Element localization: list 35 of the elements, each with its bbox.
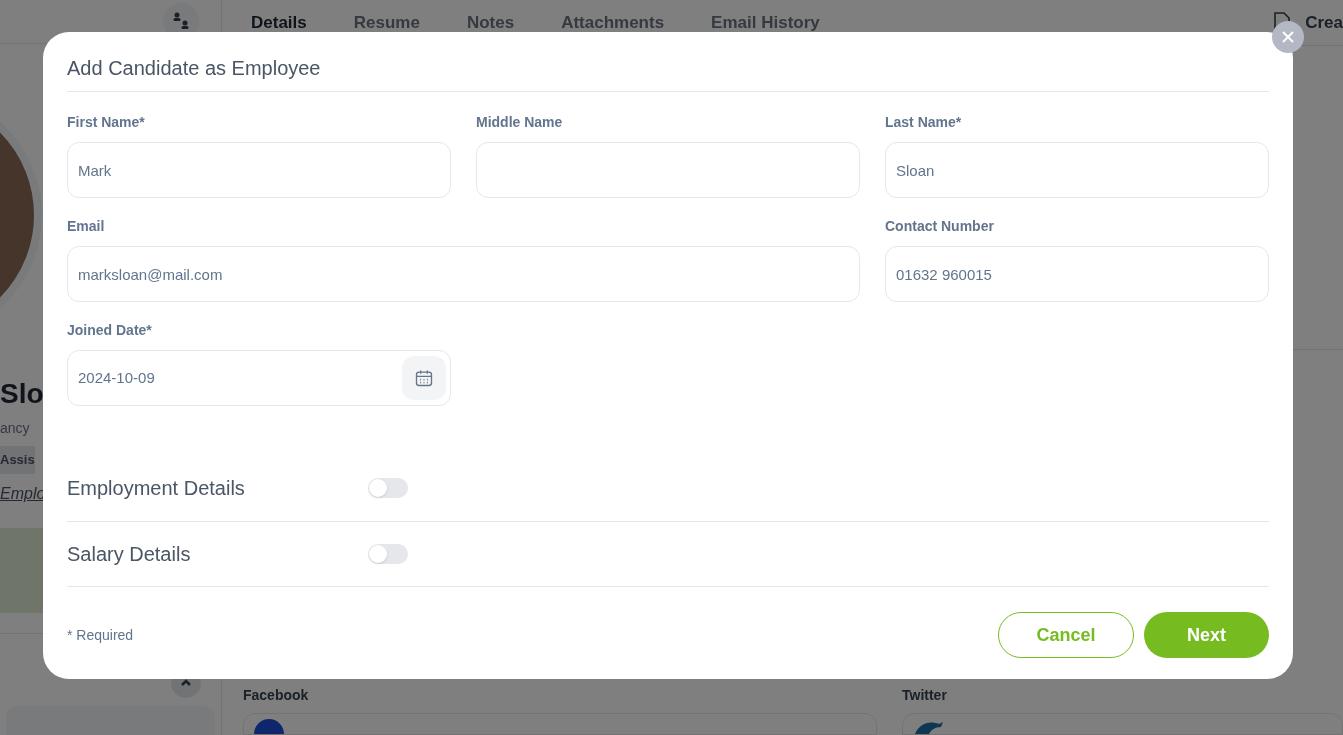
input-field[interactable]: Mark [67,142,451,198]
close-icon [1281,30,1295,44]
required-note: * Required [67,625,134,645]
calendar-icon [414,368,434,388]
field-label: Middle Name [476,113,564,132]
tab[interactable]: Notes [466,9,515,36]
tab[interactable]: Resume [353,9,420,36]
field-label: Last Name* [885,113,963,132]
company-text: ancy [0,419,31,439]
input-field[interactable]: Sloan [885,142,1269,198]
input-field[interactable] [476,142,860,198]
field-label: Email [67,217,106,236]
tab[interactable]: Email History [711,9,820,36]
section-title: Salary Details [67,542,192,567]
section-title: Employment Details [67,475,246,501]
field-label: First Name* [67,113,146,132]
input-field[interactable]: 01632 960015 [885,246,1269,302]
toggle-switch[interactable] [368,544,408,564]
dialog-title: Add Candidate as Employee [67,56,322,80]
date-field[interactable]: 2024-10-09 [67,350,451,406]
calendar-button[interactable] [402,356,446,400]
tab[interactable]: Attachments [561,9,665,36]
field-label: Joined Date* [67,321,153,340]
social-label: Twitter [902,686,948,705]
field-label: Contact Number [885,217,995,236]
toggle-switch[interactable] [368,477,408,498]
job-badge: Assis [0,446,35,474]
input-field[interactable]: marksloan@mail.com [67,246,860,302]
cancel-button[interactable]: Cancel [998,612,1134,658]
social-label: Facebook [243,686,310,705]
next-button[interactable]: Next [1144,612,1269,658]
tab[interactable]: Details [251,9,307,36]
create-button[interactable]: Crea [1305,9,1343,36]
candidate-name: Slo [0,380,45,409]
close-button[interactable] [1272,21,1304,53]
